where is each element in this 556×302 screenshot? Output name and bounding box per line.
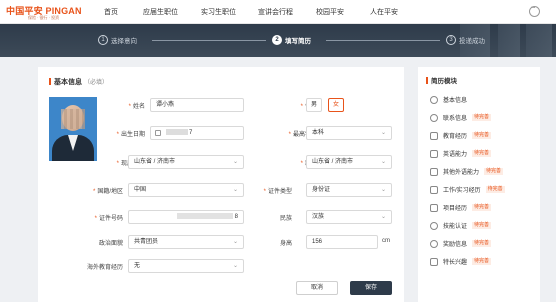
status-badge: 待完善 [472, 222, 492, 229]
step-number: 1 [98, 35, 108, 45]
height-unit: cm [382, 238, 390, 244]
module-basic-info[interactable]: 基本信息 [430, 95, 467, 104]
module-awards[interactable]: 奖励信息 待完善 [430, 239, 492, 248]
nav-campus-pingan[interactable]: 校园平安 [316, 7, 344, 17]
status-badge: 待完善 [485, 186, 505, 193]
section-title: 基本信息 （必填） [49, 77, 108, 87]
id-type-label: * 证件类型 [263, 189, 292, 195]
political-select[interactable]: 共青团员 ⌄ [128, 235, 244, 249]
chevron-down-icon: ⌄ [232, 159, 238, 165]
module-projects[interactable]: 项目经历 待完善 [430, 203, 492, 212]
module-interests[interactable]: 特长兴趣 待完善 [430, 257, 492, 266]
top-nav: 中国平安 PINGAN 保险 · 银行 · 投资 首页 应届生职位 实习生职位 … [0, 0, 556, 24]
name-input[interactable]: 谭小燕 [150, 98, 244, 112]
module-english[interactable]: 英语能力 待完善 [430, 149, 492, 158]
overseas-edu-label: 海外教育经历 [86, 265, 123, 271]
step-label: 选择意向 [111, 38, 137, 45]
education-select[interactable]: 本科 ⌄ [306, 126, 392, 140]
height-label: 身高 [279, 241, 292, 247]
step-submitted: 3 投递成功 [446, 35, 485, 45]
nationality-label: * 国籍/地区 [92, 189, 123, 195]
nav-home[interactable]: 首页 [104, 7, 118, 17]
modules-title: 简历模块 [426, 75, 457, 85]
resume-modules-panel: 简历模块 基本信息 联系信息 待完善 教育经历 待完善 英语能力 待完善 其他外语能力… [418, 67, 540, 302]
phone-icon [430, 113, 438, 122]
step-number: 3 [446, 35, 456, 45]
height-input[interactable]: 156 [306, 235, 378, 249]
project-icon [430, 203, 438, 212]
profile-photo[interactable] [49, 97, 97, 161]
cancel-button[interactable]: 取消 [296, 281, 338, 295]
status-badge: 待完善 [472, 132, 492, 139]
status-badge: 待完善 [484, 168, 504, 175]
residence-select[interactable]: 山东省 / 济南市 ⌄ [128, 155, 244, 169]
logo-tagline: 保险 · 银行 · 投资 [28, 15, 60, 20]
module-contact[interactable]: 联系信息 待完善 [430, 113, 492, 122]
chevron-down-icon: ⌄ [380, 130, 386, 136]
step-label: 填写简历 [285, 38, 311, 45]
hometown-select[interactable]: 山东省 / 济南市 ⌄ [306, 155, 392, 169]
module-certifications[interactable]: 技能认证 待完善 [430, 221, 492, 230]
education-icon [430, 131, 438, 140]
chevron-down-icon: ⌄ [380, 214, 386, 220]
overseas-edu-select[interactable]: 无 ⌄ [128, 259, 244, 273]
ethnicity-select[interactable]: 汉族 ⌄ [306, 210, 392, 224]
birth-label: * 出生日期 [116, 132, 145, 138]
step-label: 投递成功 [459, 38, 485, 45]
chevron-down-icon: ⌄ [232, 263, 238, 269]
section-title-text: 基本信息 [54, 79, 82, 86]
id-type-select[interactable]: 身份证 ⌄ [306, 183, 392, 197]
required-note: （必填） [84, 80, 109, 86]
calendar-icon [155, 130, 161, 136]
status-badge: 待完善 [472, 240, 492, 247]
ethnicity-label: 民族 [279, 216, 292, 222]
political-label: 政治面貌 [98, 241, 123, 247]
more-icon[interactable] [529, 5, 540, 17]
nav-life-at-pingan[interactable]: 人在平安 [370, 7, 398, 17]
gender-female-button[interactable]: 女 [328, 98, 344, 112]
interest-icon [430, 257, 438, 266]
chevron-down-icon: ⌄ [232, 239, 238, 245]
step-fill-resume: 2 填写简历 [272, 35, 311, 45]
name-label: * 姓名 [128, 104, 145, 110]
language-icon [430, 149, 438, 158]
nav-graduate-jobs[interactable]: 应届生职位 [143, 7, 178, 17]
chevron-down-icon: ⌄ [380, 187, 386, 193]
step-select-intent: 1 选择意向 [98, 35, 137, 45]
status-badge: 待完善 [472, 204, 492, 211]
save-button[interactable]: 保存 [350, 281, 392, 295]
id-number-input[interactable]: 8 [128, 210, 244, 224]
chat-icon [430, 167, 438, 176]
status-badge: 待完善 [472, 258, 492, 265]
basic-info-card: 基本信息（必填） *姓名 谭小燕 *性别 男 女 *出生日期 7 *最高学历 本… [38, 67, 404, 302]
module-work-experience[interactable]: 工作/实习经历 待完善 [430, 185, 505, 194]
nav-campus-talks[interactable]: 宣讲会行程 [258, 7, 293, 17]
status-badge: 待完善 [472, 114, 492, 121]
module-other-language[interactable]: 其他外语能力 待完善 [430, 167, 504, 176]
chevron-down-icon: ⌄ [380, 159, 386, 165]
steps-banner: 1 选择意向 2 填写简历 3 投递成功 [0, 24, 556, 57]
chevron-down-icon: ⌄ [232, 187, 238, 193]
user-icon [430, 95, 438, 104]
briefcase-icon [430, 185, 438, 194]
certificate-icon [430, 221, 438, 230]
status-badge: 待完善 [472, 150, 492, 157]
award-icon [430, 239, 438, 248]
birth-date-input[interactable]: 7 [150, 126, 244, 140]
pingan-logo[interactable]: 中国平安 PINGAN 保险 · 银行 · 投资 [6, 4, 82, 20]
id-number-label: * 证件号码 [94, 216, 123, 222]
nationality-select[interactable]: 中国 ⌄ [128, 183, 244, 197]
module-education[interactable]: 教育经历 待完善 [430, 131, 492, 140]
step-number: 2 [272, 35, 282, 45]
nav-intern-jobs[interactable]: 实习生职位 [201, 7, 236, 17]
gender-male-button[interactable]: 男 [306, 98, 322, 112]
